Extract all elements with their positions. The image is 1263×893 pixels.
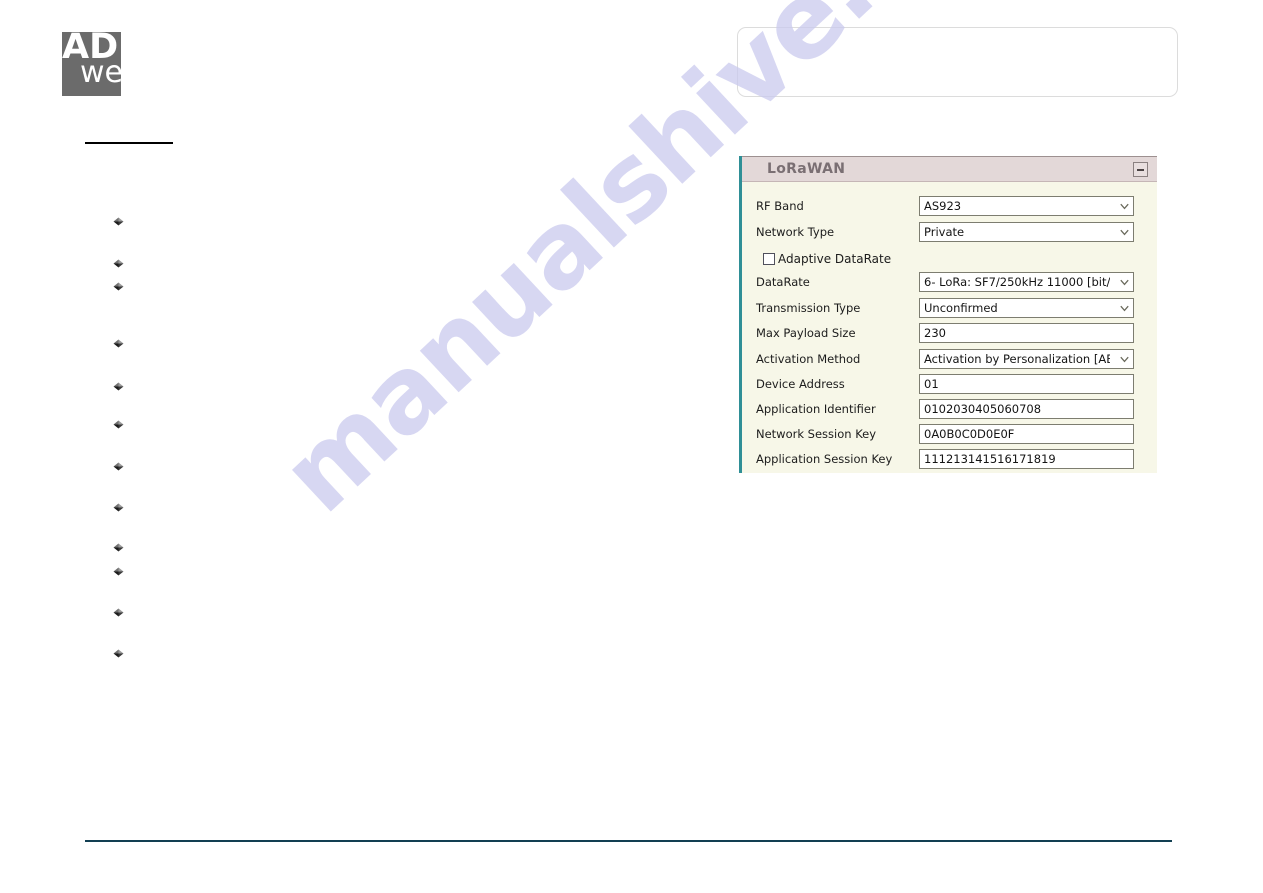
collapse-icon[interactable]: [1133, 162, 1148, 177]
bullet-marker: [112, 338, 125, 351]
text-field[interactable]: 230: [919, 323, 1134, 343]
field-label: Activation Method: [756, 352, 861, 366]
bullet-marker: [112, 542, 125, 555]
bullet-marker: [112, 461, 125, 474]
bullet-marker: [112, 648, 125, 661]
form-row: Activation Method Activation by Personali…: [742, 349, 1157, 371]
heading-underline: [85, 142, 173, 144]
form-row: Application Session Key 11121314151617181…: [742, 449, 1157, 471]
field-value: Activation by Personalization [ABP]: [924, 352, 1110, 366]
field-label: RF Band: [756, 199, 804, 213]
text-field[interactable]: 111213141516171819: [919, 449, 1134, 469]
field-label: Network Type: [756, 225, 835, 239]
bullet-marker: [112, 381, 125, 394]
chevron-down-icon[interactable]: [1120, 203, 1129, 210]
lorawan-panel: LoRaWAN RF Band AS923 Network Type Private A…: [739, 156, 1157, 473]
chevron-down-icon[interactable]: [1120, 229, 1129, 236]
field-value: 230: [924, 326, 946, 340]
form-row: Application Identifier 0102030405060708: [742, 399, 1157, 421]
form-row-checkbox: Adaptive DataRate: [742, 251, 1157, 271]
bullet-marker: [112, 502, 125, 515]
bullet-marker: [112, 216, 125, 229]
footer-divider: [85, 840, 1172, 842]
form-row: Max Payload Size 230: [742, 323, 1157, 345]
adaptive-datarate-checkbox[interactable]: [763, 253, 775, 265]
form-row: RF Band AS923: [742, 196, 1157, 218]
bullet-marker: [112, 419, 125, 432]
chevron-down-icon[interactable]: [1120, 356, 1129, 363]
chevron-down-icon[interactable]: [1120, 279, 1129, 286]
adfweb-logo: ADF web: [62, 28, 142, 96]
field-label: Application Identifier: [756, 402, 876, 416]
field-value: 01: [924, 377, 939, 391]
field-value: AS923: [924, 199, 962, 213]
text-field[interactable]: 0102030405060708: [919, 399, 1134, 419]
chevron-down-icon[interactable]: [1120, 305, 1129, 312]
field-value: 0A0B0C0D0E0F: [924, 427, 1015, 441]
form-row: Transmission Type Unconfirmed: [742, 298, 1157, 320]
panel-body: RF Band AS923 Network Type Private Adaptive …: [742, 182, 1157, 473]
field-label: Network Session Key: [756, 427, 877, 441]
bullet-marker: [112, 258, 125, 271]
note-box: [737, 27, 1178, 97]
form-row: DataRate 6- LoRa: SF7/250kHz 11000 [bit/s…: [742, 272, 1157, 294]
dropdown-field[interactable]: AS923: [919, 196, 1134, 216]
bullet-marker: [112, 566, 125, 579]
dropdown-field[interactable]: Activation by Personalization [ABP]: [919, 349, 1134, 369]
field-value: Unconfirmed: [924, 301, 998, 315]
dropdown-field[interactable]: 6- LoRa: SF7/250kHz 11000 [bit/s]: [919, 272, 1134, 292]
field-label: Device Address: [756, 377, 845, 391]
form-row: Network Session Key 0A0B0C0D0E0F: [742, 424, 1157, 446]
text-field[interactable]: 01: [919, 374, 1134, 394]
logo-text-web: web: [80, 55, 143, 90]
field-value: 6- LoRa: SF7/250kHz 11000 [bit/s]: [924, 275, 1110, 289]
text-field[interactable]: 0A0B0C0D0E0F: [919, 424, 1134, 444]
field-value: Private: [924, 225, 965, 239]
form-row: Device Address 01: [742, 374, 1157, 396]
bullet-marker: [112, 281, 125, 294]
dropdown-field[interactable]: Private: [919, 222, 1134, 242]
field-value: 0102030405060708: [924, 402, 1042, 416]
field-label: DataRate: [756, 275, 810, 289]
field-label: Transmission Type: [756, 301, 861, 315]
panel-title: LoRaWAN: [767, 161, 846, 177]
adaptive-datarate-label: Adaptive DataRate: [778, 252, 892, 266]
dropdown-field[interactable]: Unconfirmed: [919, 298, 1134, 318]
panel-title-bar: LoRaWAN: [742, 156, 1157, 182]
field-label: Max Payload Size: [756, 326, 856, 340]
field-value: 111213141516171819: [924, 452, 1056, 466]
field-label: Application Session Key: [756, 452, 893, 466]
form-row: Network Type Private: [742, 222, 1157, 244]
bullet-marker: [112, 607, 125, 620]
